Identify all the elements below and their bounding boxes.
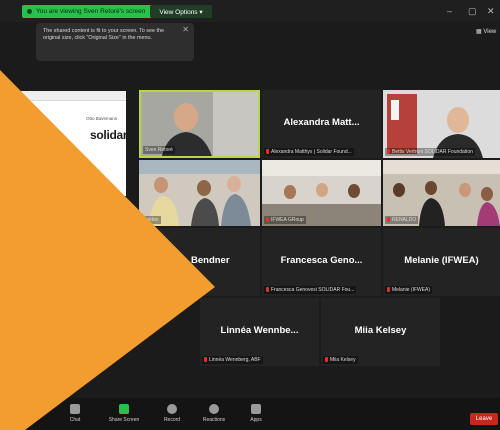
participant-display-name: Linnéa Wennbe... [220, 325, 299, 337]
view-options-button[interactable]: View Options ▾ [150, 5, 212, 18]
viewing-screen-text: You are viewing Sven Retoré's screen [36, 8, 146, 15]
muted-mic-icon [204, 357, 207, 362]
maximize-icon[interactable]: ▢ [468, 6, 477, 17]
participant-tile-sven[interactable]: Sven Retoré [139, 90, 260, 158]
participant-display-name: Francesca Geno... [280, 255, 363, 267]
muted-mic-icon [387, 287, 390, 292]
meeting-controls-bar: Chat Share Screen Record Reactions Apps [0, 398, 500, 430]
solidar-logo: solidar [90, 128, 128, 142]
window-titlebar: You are viewing Sven Retoré's screen Vie… [0, 0, 500, 22]
apps-icon [251, 404, 261, 414]
shared-toolbar-text: Otto Bavemann [86, 116, 118, 121]
fit-to-screen-tooltip: The shared content is fit to your screen… [36, 23, 194, 61]
tooltip-close-icon[interactable]: ✕ [182, 26, 189, 34]
view-button-label: View [483, 29, 497, 35]
participant-tile-bendner[interactable]: Bendner [139, 228, 260, 296]
reactions-icon [209, 404, 219, 414]
participant-tile-alexandra[interactable]: Alexandra Matt... Alexandra Matthys | So… [262, 90, 381, 158]
reactions-button[interactable]: Reactions [197, 404, 231, 423]
minimize-icon[interactable]: – [447, 6, 452, 16]
participant-label: IFWEA GRoup [264, 216, 306, 224]
participant-tile-melanie[interactable]: Melanie (IFWEA) Melanie (IFWEA) [383, 228, 500, 296]
muted-mic-icon [387, 217, 390, 222]
participant-label: Miia Kelsey [323, 356, 358, 364]
record-icon [167, 404, 177, 414]
participant-tile-linnea[interactable]: Linnéa Wennbe... Linnéa Wennberg, ABF [200, 298, 319, 366]
chat-button[interactable]: Chat [58, 404, 92, 423]
participant-label: Melanie (IFWEA) [385, 286, 433, 294]
apps-button[interactable]: Apps [239, 404, 273, 423]
participant-tile-bettis[interactable]: Bettis Vertroni SOLIDAR Foundation [383, 90, 500, 158]
participant-tile-saldan[interactable]: Saldan [139, 160, 260, 226]
muted-mic-icon [266, 217, 269, 222]
shared-screen[interactable]: Otto Bavemann solidar [8, 91, 128, 196]
participant-label: Bettis Vertroni SOLIDAR Foundation [385, 148, 475, 156]
muted-mic-icon [387, 149, 390, 154]
participant-display-name: Alexandra Matt... [283, 117, 360, 129]
record-button[interactable]: Record [155, 404, 189, 423]
screen-share-indicator-icon [27, 9, 32, 14]
participant-tile-ifwea-group[interactable]: IFWEA GRoup [262, 160, 381, 226]
tooltip-text: The shared content is fit to your screen… [43, 28, 164, 41]
share-screen-icon [119, 404, 129, 414]
leave-button[interactable]: Leave [470, 413, 498, 425]
participant-tile-francesca[interactable]: Francesca Geno... Francesca Genovesi SOL… [262, 228, 381, 296]
participant-label: Francesca Genovesi SOLIDAR Fou... [264, 286, 357, 294]
participant-tile-renaldo[interactable]: RENALDO [383, 160, 500, 226]
participant-label: Saldan [141, 216, 161, 224]
participant-label: Alexandra Matthys | Solidar Found... [264, 148, 354, 156]
browser-tab-bar [8, 91, 126, 101]
chat-icon [70, 404, 80, 414]
view-button[interactable]: ▦ View [476, 28, 496, 35]
close-window-icon[interactable]: ✕ [487, 6, 495, 17]
participant-label: RENALDO [385, 216, 419, 224]
participant-display-name: Miia Kelsey [354, 325, 407, 337]
share-screen-button[interactable]: Share Screen [107, 404, 141, 423]
muted-mic-icon [325, 357, 328, 362]
muted-mic-icon [266, 287, 269, 292]
participant-label: Sven Retoré [143, 146, 175, 154]
participant-display-name: Bendner [191, 255, 230, 267]
participant-label: Linnéa Wennberg, ABF [202, 356, 263, 364]
participant-display-name: Melanie (IFWEA) [404, 255, 479, 267]
participant-tile-miia[interactable]: Miia Kelsey Miia Kelsey [321, 298, 440, 366]
muted-mic-icon [266, 149, 269, 154]
